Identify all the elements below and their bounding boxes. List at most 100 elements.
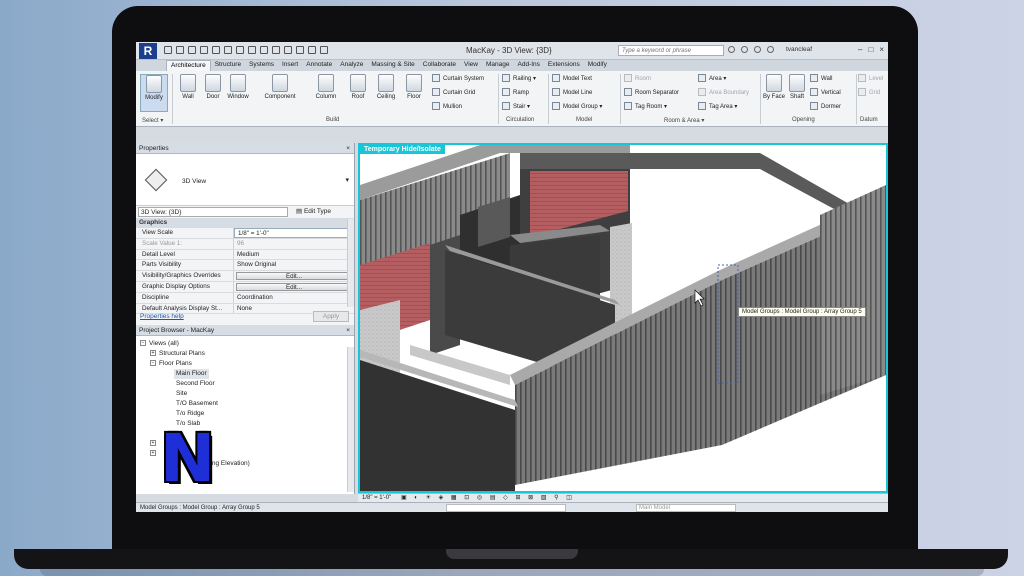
column-button[interactable]: Column <box>312 74 340 100</box>
tree-item-main-floor[interactable]: Main Floor <box>174 369 209 379</box>
property-row[interactable]: Detail Level Medium <box>136 249 354 261</box>
wall-button[interactable]: Wall <box>174 74 202 100</box>
save-icon[interactable] <box>176 46 184 54</box>
component-button[interactable]: Component <box>260 74 300 100</box>
tab-analyze[interactable]: Analyze <box>336 60 367 71</box>
tab-systems[interactable]: Systems <box>245 60 278 71</box>
property-row[interactable]: Discipline Coordination <box>136 292 354 304</box>
tab-structure[interactable]: Structure <box>211 60 245 71</box>
dimension-icon[interactable] <box>248 46 256 54</box>
tree-item-second-floor[interactable]: Second Floor <box>176 379 215 389</box>
door-button[interactable]: Door <box>199 74 227 100</box>
tab-annotate[interactable]: Annotate <box>302 60 336 71</box>
ramp-button[interactable]: Ramp <box>502 86 529 100</box>
minimize-icon[interactable]: – <box>858 45 862 54</box>
model-line-button[interactable]: Model Line <box>552 86 592 100</box>
graphic-display-edit-button[interactable]: Edit... <box>236 282 352 291</box>
browser-scrollbar[interactable] <box>347 347 354 492</box>
text-icon[interactable] <box>260 46 268 54</box>
grid-button[interactable]: Grid <box>858 86 880 100</box>
room-area-panel-label[interactable]: Room & Area ▾ <box>664 117 704 124</box>
property-group-header[interactable]: Graphics <box>136 218 354 228</box>
stair-button[interactable]: Stair ▾ <box>502 100 530 114</box>
measure-icon[interactable] <box>236 46 244 54</box>
tag-area-button[interactable]: Tag Area ▾ <box>698 100 737 114</box>
railing-button[interactable]: Railing ▾ <box>502 72 536 86</box>
modify-button[interactable]: Modify <box>140 74 168 112</box>
thin-lines-icon[interactable] <box>296 46 304 54</box>
3d-viewport[interactable]: Temporary Hide/Isolate Model Groups : Mo… <box>358 143 888 493</box>
tab-extensions[interactable]: Extensions <box>544 60 584 71</box>
mullion-button[interactable]: Mullion <box>432 100 462 114</box>
tree-item-to-ridge[interactable]: T/o Ridge <box>176 409 204 419</box>
tag-room-button[interactable]: Tag Room ▾ <box>624 100 667 114</box>
tree-item-floor-plans[interactable]: − Floor Plans <box>150 359 192 369</box>
tab-add-ins[interactable]: Add-Ins <box>514 60 544 71</box>
workset-selector[interactable] <box>446 504 566 512</box>
window-button[interactable]: Window <box>224 74 252 100</box>
view-scale-control[interactable]: 1/8" = 1'-0" <box>362 495 391 501</box>
shaft-button[interactable]: Shaft <box>786 74 808 100</box>
apply-button[interactable]: Apply <box>313 311 349 322</box>
select-panel-label[interactable]: Select ▾ <box>142 117 163 124</box>
sync-icon[interactable] <box>188 46 196 54</box>
view-scale-field[interactable]: 1/8" = 1'-0" <box>234 228 354 238</box>
property-row[interactable]: Parts Visibility Show Original <box>136 260 354 272</box>
by-face-button[interactable]: By Face <box>762 74 786 100</box>
section-icon[interactable] <box>284 46 292 54</box>
tree-item-collapsed[interactable]: + <box>150 449 159 459</box>
undo-icon[interactable] <box>200 46 208 54</box>
area-boundary-button[interactable]: Area Boundary <box>698 86 749 100</box>
model-text-button[interactable]: Model Text <box>552 72 592 86</box>
curtain-grid-button[interactable]: Curtain Grid <box>432 86 475 100</box>
area-button[interactable]: Area ▾ <box>698 72 726 86</box>
search-input[interactable]: Type a keyword or phrase <box>618 45 724 56</box>
tab-insert[interactable]: Insert <box>278 60 302 71</box>
view-control-icons[interactable]: ▣ ◐ ☀ ◈ ▦ ⊡ ◎ ▤ ◇ ⊞ ⊠ ▧ ⚲ ◫ <box>401 495 575 501</box>
room-separator-button[interactable]: Room Separator <box>624 86 679 100</box>
curtain-system-button[interactable]: Curtain System <box>432 72 484 86</box>
dormer-button[interactable]: Dormer <box>810 100 841 114</box>
wall-opening-button[interactable]: Wall <box>810 72 832 86</box>
tree-item-views[interactable]: − Views (all) <box>140 339 179 349</box>
close-hidden-icon[interactable] <box>308 46 316 54</box>
ceiling-button[interactable]: Ceiling <box>372 74 400 100</box>
open-icon[interactable] <box>164 46 172 54</box>
type-selector[interactable]: 3D View ▾ <box>136 154 354 206</box>
subscription-icon[interactable] <box>741 46 748 53</box>
edit-type-button[interactable]: ▤ Edit Type <box>296 206 331 218</box>
tree-item-collapsed[interactable]: + <box>150 439 159 449</box>
tab-view[interactable]: View <box>460 60 482 71</box>
floor-button[interactable]: Floor <box>400 74 428 100</box>
maximize-icon[interactable]: □ <box>868 45 873 54</box>
view-3d-icon[interactable] <box>272 46 280 54</box>
vertical-opening-button[interactable]: Vertical <box>810 86 841 100</box>
switch-windows-icon[interactable] <box>320 46 328 54</box>
tab-massing-site[interactable]: Massing & Site <box>367 60 418 71</box>
roof-button[interactable]: Roof <box>344 74 372 100</box>
user-name[interactable]: tvancleaf <box>786 46 812 53</box>
revit-logo-icon[interactable]: R <box>139 43 157 59</box>
tab-architecture[interactable]: Architecture <box>166 60 211 71</box>
tree-item-to-basement[interactable]: T/O Basement <box>176 399 218 409</box>
close-icon[interactable]: × <box>346 325 350 336</box>
model-group-button[interactable]: Model Group ▾ <box>552 100 602 114</box>
close-icon[interactable]: × <box>346 143 350 154</box>
building-model-3d[interactable] <box>360 145 886 491</box>
redo-icon[interactable] <box>212 46 220 54</box>
properties-scrollbar[interactable] <box>347 219 354 307</box>
design-option-selector[interactable]: Main Model <box>636 504 736 512</box>
tab-manage[interactable]: Manage <box>482 60 514 71</box>
user-icon[interactable] <box>767 46 774 53</box>
tab-collaborate[interactable]: Collaborate <box>419 60 460 71</box>
properties-help-link[interactable]: Properties help <box>140 313 184 320</box>
tree-item-structural-plans[interactable]: + Structural Plans <box>150 349 205 359</box>
vg-overrides-edit-button[interactable]: Edit... <box>236 272 352 280</box>
level-button[interactable]: Level <box>858 72 883 86</box>
room-button[interactable]: Room <box>624 72 651 86</box>
tab-modify[interactable]: Modify <box>584 60 611 71</box>
close-icon[interactable]: × <box>879 45 884 54</box>
view-selector[interactable]: 3D View: {3D} <box>138 207 288 217</box>
binoculars-icon[interactable] <box>728 46 735 53</box>
star-icon[interactable] <box>754 46 761 53</box>
